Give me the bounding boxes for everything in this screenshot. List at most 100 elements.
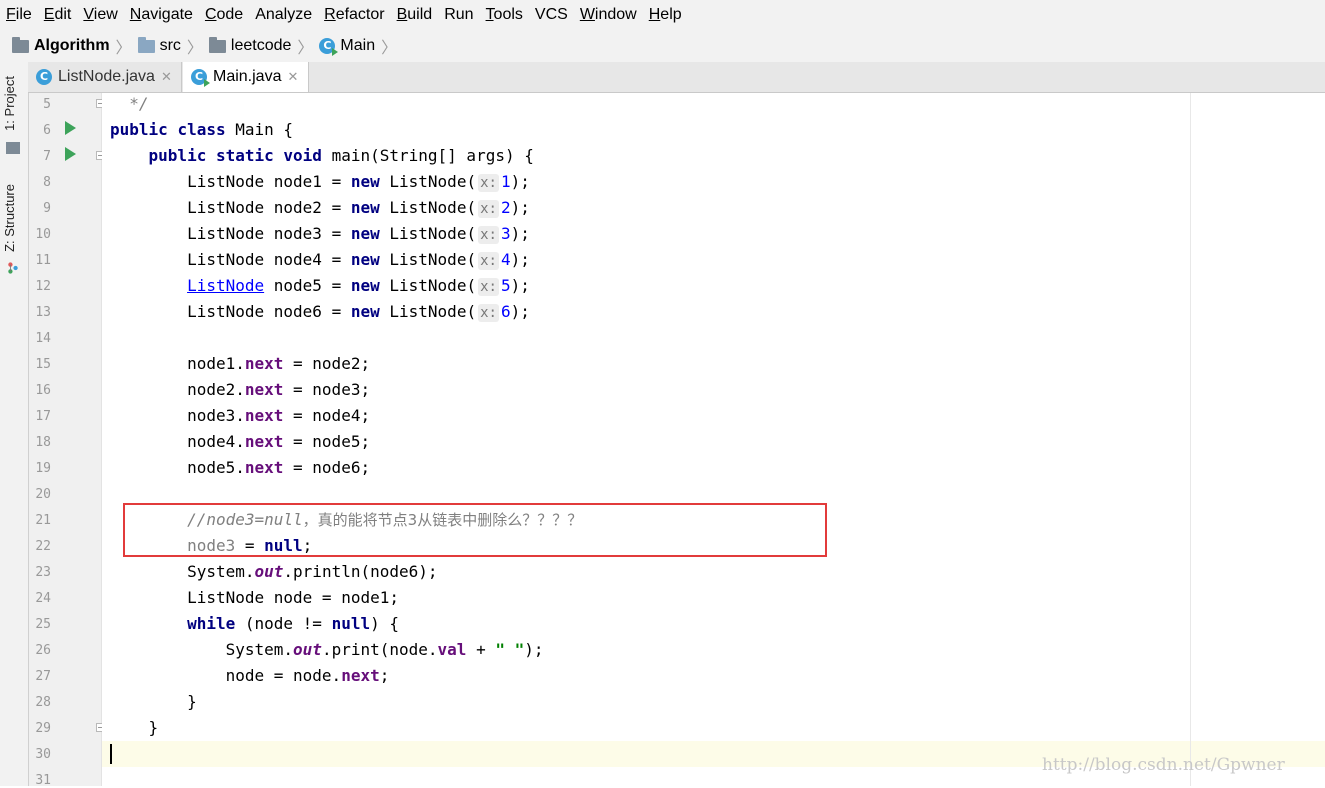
code-line: ListNode node5 = new ListNode(x: 5); [187, 276, 530, 296]
structure-icon[interactable] [6, 262, 20, 274]
menu-tools[interactable]: Tools [486, 0, 523, 30]
code-line: node5.next = node6; [110, 458, 371, 477]
code-line: System.out.println(node6); [110, 562, 438, 581]
code-line: node3.next = node4; [110, 406, 371, 425]
line-number: 11 [35, 253, 51, 268]
line-number: 5 [43, 97, 51, 112]
line-number: 21 [35, 513, 51, 528]
type-link[interactable]: ListNode [187, 276, 264, 295]
code-line: ListNode node1 = new ListNode(x: 1); [187, 172, 530, 192]
line-number: 15 [35, 357, 51, 372]
line-number: 17 [35, 409, 51, 424]
code-line: public static void main(String[] args) { [148, 146, 534, 165]
java-class-icon: C [319, 38, 339, 56]
chevron-right-icon: 〉 [186, 40, 203, 57]
tool-window-strip: 1: Project Z: Structure [0, 62, 29, 786]
line-number: 19 [35, 461, 51, 476]
code-line: ListNode node3 = new ListNode(x: 3); [187, 224, 530, 244]
code-line: ListNode node6 = new ListNode(x: 6); [187, 302, 530, 322]
java-class-icon: C [36, 69, 52, 85]
menu-file[interactable]: File [6, 0, 32, 30]
breadcrumb-package[interactable]: leetcode [208, 36, 291, 55]
code-line: ListNode node4 = new ListNode(x: 4); [187, 250, 530, 270]
line-number: 16 [35, 383, 51, 398]
run-gutter-icon[interactable] [65, 147, 76, 161]
menu-bar: File Edit View Navigate Code Analyze Ref… [0, 0, 1325, 30]
menu-analyze[interactable]: Analyze [255, 0, 312, 30]
menu-help[interactable]: Help [649, 0, 682, 30]
code-line: ListNode node = node1; [110, 588, 399, 607]
parameter-hint: x: [478, 174, 499, 192]
tab-main-java[interactable]: C Main.java ✕ [183, 62, 309, 92]
breadcrumb-src[interactable]: src [137, 36, 181, 55]
line-number: 12 [35, 279, 51, 294]
editor-gutter: 5 6 7 8 9 10 11 12 13 14 15 16 17 18 19 … [29, 93, 105, 788]
code-line: node4.next = node5; [110, 432, 371, 451]
code-line: node2.next = node3; [110, 380, 371, 399]
close-icon[interactable]: ✕ [287, 69, 298, 85]
menu-run[interactable]: Run [444, 0, 473, 30]
right-margin-guide [1190, 93, 1191, 786]
code-line: } [110, 718, 159, 737]
folder-icon [137, 36, 155, 53]
project-icon[interactable] [6, 142, 20, 154]
code-line: ListNode node2 = new ListNode(x: 2); [187, 198, 530, 218]
parameter-hint: x: [478, 200, 499, 218]
line-number: 10 [35, 227, 51, 242]
code-line: } [110, 692, 197, 711]
parameter-hint: x: [478, 226, 499, 244]
code-line: node = node.next; [110, 666, 390, 685]
code-line: */ [129, 94, 149, 113]
line-number: 8 [43, 175, 51, 190]
package-icon [208, 36, 226, 53]
structure-tool-tab[interactable]: Z: Structure [2, 184, 17, 252]
menu-edit[interactable]: Edit [44, 0, 72, 30]
breadcrumb-class[interactable]: C Main [319, 37, 375, 56]
menu-code[interactable]: Code [205, 0, 243, 30]
project-tool-tab[interactable]: 1: Project [2, 76, 17, 131]
tab-listnode-java[interactable]: C ListNode.java ✕ [28, 62, 182, 92]
line-number: 7 [43, 149, 51, 164]
line-number: 20 [35, 487, 51, 502]
chevron-right-icon: 〉 [381, 40, 398, 57]
menu-window[interactable]: Window [580, 0, 637, 30]
chevron-right-icon: 〉 [115, 40, 132, 57]
breadcrumb: Algorithm 〉 src 〉 leetcode 〉 C Main 〉 [0, 30, 1325, 63]
close-icon[interactable]: ✕ [161, 69, 172, 85]
line-number: 22 [35, 539, 51, 554]
breadcrumb-project[interactable]: Algorithm [12, 36, 110, 55]
menu-vcs[interactable]: VCS [535, 0, 568, 30]
parameter-hint: x: [478, 252, 499, 270]
line-number: 14 [35, 331, 51, 346]
menu-navigate[interactable]: Navigate [130, 0, 193, 30]
line-number: 9 [43, 201, 51, 216]
line-number: 29 [35, 721, 51, 736]
code-line: public class Main { [110, 120, 294, 139]
parameter-hint: x: [478, 304, 499, 322]
line-number: 18 [35, 435, 51, 450]
code-line: while (node != null) { [187, 614, 399, 633]
line-number: 30 [35, 747, 51, 762]
menu-refactor[interactable]: Refactor [324, 0, 384, 30]
line-number: 26 [35, 643, 51, 658]
line-number: 25 [35, 617, 51, 632]
chevron-right-icon: 〉 [297, 40, 314, 57]
project-folder-icon [12, 36, 29, 53]
line-number: 24 [35, 591, 51, 606]
line-number: 28 [35, 695, 51, 710]
editor-tabs: C ListNode.java ✕ C Main.java ✕ [28, 62, 1325, 93]
code-editor[interactable]: */ public class Main { public static voi… [102, 93, 1325, 786]
code-line: node1.next = node2; [110, 354, 371, 373]
line-number: 23 [35, 565, 51, 580]
java-class-icon: C [191, 69, 210, 87]
watermark: http://blog.csdn.net/Gpwner [1042, 755, 1285, 775]
line-number: 27 [35, 669, 51, 684]
menu-view[interactable]: View [83, 0, 117, 30]
line-number: 13 [35, 305, 51, 320]
parameter-hint: x: [478, 278, 499, 296]
line-number: 6 [43, 123, 51, 138]
run-gutter-icon[interactable] [65, 121, 76, 135]
highlight-annotation-box [123, 503, 827, 557]
code-line: System.out.print(node.val + " "); [110, 640, 544, 659]
menu-build[interactable]: Build [397, 0, 433, 30]
